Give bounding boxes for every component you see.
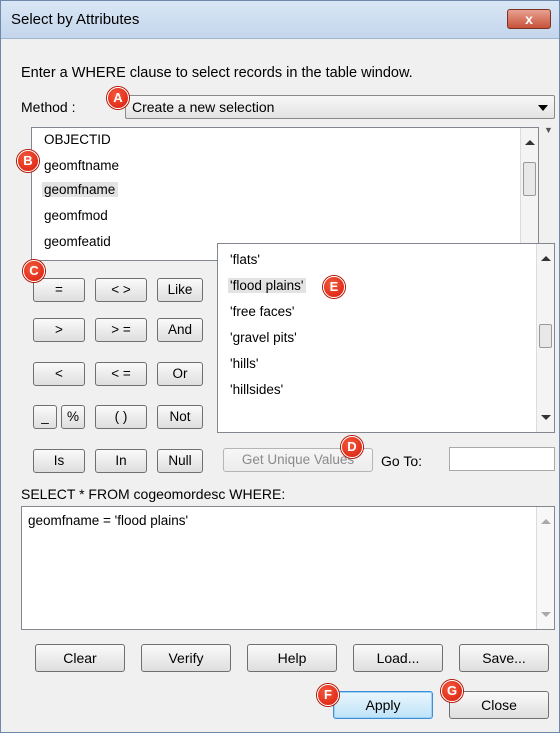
unique-values-list[interactable]: 'flats' 'flood plains' 'free faces' 'gra…: [217, 243, 555, 433]
scroll-up-icon[interactable]: [541, 519, 551, 524]
sql-expression-text: geomfname = 'flood plains': [28, 513, 189, 528]
close-window-button[interactable]: x: [507, 9, 551, 29]
annotation-badge-e: E: [323, 276, 345, 298]
values-scrollbar[interactable]: [536, 244, 554, 432]
close-button[interactable]: Close: [449, 691, 549, 719]
chevron-down-icon: [538, 105, 548, 111]
close-icon: x: [525, 11, 533, 27]
sql-scrollbar[interactable]: [536, 507, 554, 629]
operator-greater-button[interactable]: >: [33, 318, 85, 342]
annotation-badge-g: G: [441, 680, 463, 702]
select-by-attributes-dialog: Select by Attributes x Enter a WHERE cla…: [0, 0, 560, 733]
list-resize-icon: ▼: [544, 125, 553, 135]
operator-less-equal-button[interactable]: < =: [95, 362, 147, 386]
operator-is-button[interactable]: Is: [33, 449, 85, 473]
method-dropdown[interactable]: Create a new selection: [125, 95, 555, 119]
operator-not-equals-button[interactable]: < >: [95, 278, 147, 302]
method-value: Create a new selection: [132, 99, 275, 115]
apply-button[interactable]: Apply: [333, 691, 433, 719]
sql-prefix-label: SELECT * FROM cogeomordesc WHERE:: [21, 486, 286, 502]
method-label: Method :: [21, 99, 76, 115]
value-item-flood-plains[interactable]: 'flood plains': [228, 278, 307, 293]
fields-list[interactable]: OBJECTID geomftname geomfname geomfmod g…: [31, 127, 539, 261]
save-button[interactable]: Save...: [459, 644, 549, 672]
value-item-hillsides[interactable]: 'hillsides': [230, 382, 283, 397]
sql-expression-box[interactable]: geomfname = 'flood plains': [21, 506, 555, 630]
scroll-down-icon[interactable]: [541, 415, 551, 420]
operator-underscore-button[interactable]: _: [33, 405, 57, 429]
operator-parentheses-button[interactable]: ( ): [95, 405, 147, 429]
value-item-hills[interactable]: 'hills': [230, 356, 258, 371]
operator-equals-button[interactable]: =: [33, 278, 85, 302]
operator-not-button[interactable]: Not: [157, 405, 203, 429]
operator-null-button[interactable]: Null: [157, 449, 203, 473]
scroll-up-icon[interactable]: [525, 140, 535, 145]
annotation-badge-c: C: [23, 260, 45, 282]
operator-and-button[interactable]: And: [157, 318, 203, 342]
fields-scrollbar[interactable]: [520, 128, 538, 260]
annotation-badge-d: D: [341, 436, 363, 458]
operator-greater-equal-button[interactable]: > =: [95, 318, 147, 342]
field-item-geomftname[interactable]: geomftname: [44, 158, 119, 173]
scroll-down-icon[interactable]: [541, 612, 551, 617]
goto-input[interactable]: [449, 447, 555, 471]
operator-percent-button[interactable]: %: [61, 405, 85, 429]
value-item-free-faces[interactable]: 'free faces': [230, 304, 294, 319]
annotation-badge-f: F: [317, 684, 339, 706]
title-bar: Select by Attributes x: [1, 1, 559, 39]
annotation-badge-a: A: [107, 87, 129, 109]
dialog-title: Select by Attributes: [11, 11, 140, 28]
operator-in-button[interactable]: In: [95, 449, 147, 473]
instruction-text: Enter a WHERE clause to select records i…: [21, 65, 413, 81]
verify-button[interactable]: Verify: [141, 644, 231, 672]
value-item-flats[interactable]: 'flats': [230, 252, 260, 267]
field-item-objectid[interactable]: OBJECTID: [44, 132, 111, 147]
value-item-gravel-pits[interactable]: 'gravel pits': [230, 330, 297, 345]
scroll-up-icon[interactable]: [541, 256, 551, 261]
operator-like-button[interactable]: Like: [157, 278, 203, 302]
operator-or-button[interactable]: Or: [157, 362, 203, 386]
clear-button[interactable]: Clear: [35, 644, 125, 672]
scroll-thumb[interactable]: [539, 324, 552, 348]
annotation-badge-b: B: [17, 150, 39, 172]
field-item-geomfeatid[interactable]: geomfeatid: [44, 234, 111, 249]
load-button[interactable]: Load...: [353, 644, 443, 672]
field-item-geomfmod[interactable]: geomfmod: [44, 208, 108, 223]
scroll-thumb[interactable]: [523, 162, 536, 196]
operator-less-button[interactable]: <: [33, 362, 85, 386]
field-item-geomfname[interactable]: geomfname: [42, 182, 119, 197]
help-button[interactable]: Help: [247, 644, 337, 672]
goto-label: Go To:: [381, 453, 422, 469]
